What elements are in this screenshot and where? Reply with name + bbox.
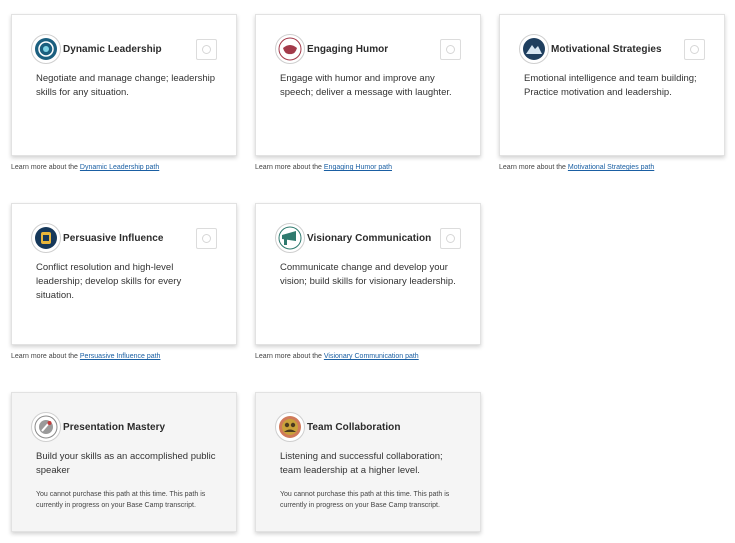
path-title: Dynamic Leadership — [63, 43, 162, 55]
select-checkbox[interactable] — [196, 228, 217, 249]
path-card[interactable]: Dynamic Leadership Negotiate and manage … — [11, 14, 237, 156]
learn-more: Learn more about the Visionary Communica… — [255, 353, 482, 360]
card-header: Visionary Communication — [275, 223, 431, 253]
card-header: Presentation Mastery — [31, 412, 165, 442]
learn-more-prefix: Learn more about the — [255, 353, 324, 360]
path-title: Engaging Humor — [307, 43, 389, 55]
motivational-strategies-badge-icon — [519, 34, 549, 64]
path-description: Conflict resolution and high-level leade… — [36, 262, 182, 301]
path-card-unavailable: Team Collaboration Listening and success… — [255, 392, 481, 532]
path-description: Negotiate and manage change; leadership … — [36, 73, 216, 98]
radio-circle-icon — [202, 234, 211, 243]
learn-more-prefix: Learn more about the — [11, 353, 80, 360]
path-team-collaboration: Team Collaboration Listening and success… — [255, 392, 482, 532]
radio-circle-icon — [202, 45, 211, 54]
visionary-communication-badge-icon — [275, 223, 305, 253]
learn-more: Learn more about the Persuasive Influenc… — [11, 353, 238, 360]
learn-more: Learn more about the Dynamic Leadership … — [11, 164, 238, 171]
path-title: Presentation Mastery — [63, 421, 166, 433]
learn-more-link[interactable]: Dynamic Leadership path — [80, 164, 159, 171]
card-header: Persuasive Influence — [31, 223, 164, 253]
radio-circle-icon — [446, 234, 455, 243]
select-checkbox[interactable] — [196, 39, 217, 60]
path-engaging-humor: Engaging Humor Engage with humor and imp… — [255, 14, 482, 171]
path-card[interactable]: Motivational Strategies Emotional intell… — [499, 14, 725, 156]
card-header: Team Collaboration — [275, 412, 401, 442]
unavailable-notice: You cannot purchase this path at this ti… — [280, 491, 450, 509]
path-card-unavailable: Presentation Mastery Build your skills a… — [11, 392, 237, 532]
learn-more: Learn more about the Engaging Humor path — [255, 164, 482, 171]
radio-circle-icon — [690, 45, 699, 54]
path-title: Persuasive Influence — [63, 232, 164, 244]
card-header: Motivational Strategies — [519, 34, 662, 64]
path-persuasive-influence: Persuasive Influence Conflict resolution… — [11, 203, 238, 360]
path-presentation-mastery: Presentation Mastery Build your skills a… — [11, 392, 238, 532]
path-description: Listening and successful collaboration; … — [280, 451, 443, 476]
path-motivational-strategies: Motivational Strategies Emotional intell… — [499, 14, 726, 171]
card-header: Engaging Humor — [275, 34, 388, 64]
select-checkbox[interactable] — [684, 39, 705, 60]
path-title: Motivational Strategies — [551, 43, 662, 55]
path-description: Engage with humor and improve any speech… — [280, 73, 452, 98]
persuasive-influence-badge-icon — [31, 223, 61, 253]
engaging-humor-badge-icon — [275, 34, 305, 64]
learn-more-link[interactable]: Motivational Strategies path — [568, 164, 654, 171]
learn-more-prefix: Learn more about the — [499, 164, 568, 171]
learn-more-prefix: Learn more about the — [255, 164, 324, 171]
path-visionary-communication: Visionary Communication Communicate chan… — [255, 203, 482, 360]
path-title: Visionary Communication — [307, 232, 432, 244]
presentation-mastery-badge-icon — [31, 412, 61, 442]
path-title: Team Collaboration — [307, 421, 401, 433]
path-description: Emotional intelligence and team building… — [524, 73, 697, 98]
path-card[interactable]: Persuasive Influence Conflict resolution… — [11, 203, 237, 345]
learn-more-link[interactable]: Persuasive Influence path — [80, 353, 161, 360]
path-description: Build your skills as an accomplished pub… — [36, 451, 216, 476]
learn-more-link[interactable]: Engaging Humor path — [324, 164, 392, 171]
dynamic-leadership-badge-icon — [31, 34, 61, 64]
select-checkbox[interactable] — [440, 39, 461, 60]
path-dynamic-leadership: Dynamic Leadership Negotiate and manage … — [11, 14, 238, 171]
card-header: Dynamic Leadership — [31, 34, 162, 64]
path-card[interactable]: Engaging Humor Engage with humor and imp… — [255, 14, 481, 156]
team-collaboration-badge-icon — [275, 412, 305, 442]
radio-circle-icon — [446, 45, 455, 54]
path-card[interactable]: Visionary Communication Communicate chan… — [255, 203, 481, 345]
select-checkbox[interactable] — [440, 228, 461, 249]
learn-more-link[interactable]: Visionary Communication path — [324, 353, 419, 360]
unavailable-notice: You cannot purchase this path at this ti… — [36, 491, 206, 509]
path-description: Communicate change and develop your visi… — [280, 262, 456, 287]
learn-more: Learn more about the Motivational Strate… — [499, 164, 726, 171]
learn-more-prefix: Learn more about the — [11, 164, 80, 171]
